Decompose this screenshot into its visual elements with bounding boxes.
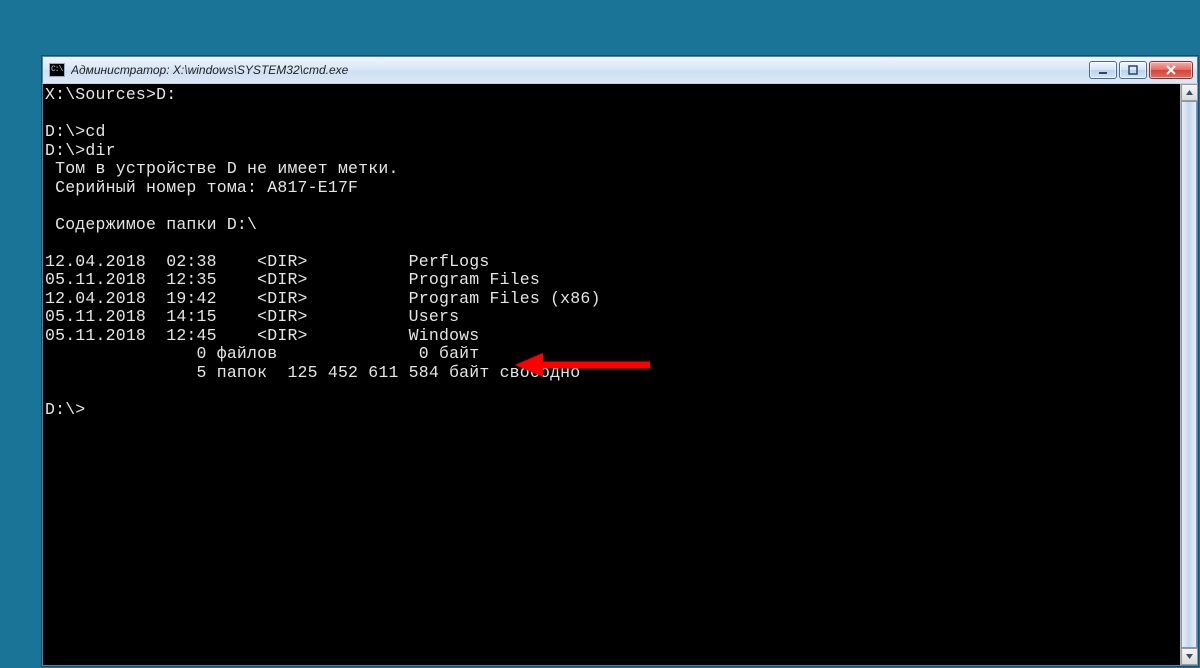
scroll-thumb[interactable] — [1181, 101, 1197, 648]
console-line: Том в устройстве D не имеет метки. — [45, 159, 399, 178]
cmd-window: C:\ Администратор: X:\windows\SYSTEM32\c… — [42, 56, 1198, 666]
console-line: 12.04.2018 02:38 <DIR> PerfLogs — [45, 252, 489, 271]
console-line: 0 файлов 0 байт — [45, 344, 479, 363]
close-button[interactable] — [1149, 61, 1193, 79]
console-line: D:\> — [45, 400, 85, 419]
console-line: D:\>dir — [45, 141, 116, 160]
window-controls — [1089, 61, 1193, 79]
console-output[interactable]: X:\Sources>D: D:\>cd D:\>dir Том в устро… — [43, 84, 1180, 665]
console-line: 05.11.2018 12:35 <DIR> Program Files — [45, 270, 540, 289]
window-title: Администратор: X:\windows\SYSTEM32\cmd.e… — [71, 63, 1083, 77]
console-line: Содержимое папки D:\ — [45, 215, 257, 234]
console-line: D:\>cd — [45, 122, 106, 141]
console-line: 5 папок 125 452 611 584 байт свободно — [45, 363, 580, 382]
titlebar[interactable]: C:\ Администратор: X:\windows\SYSTEM32\c… — [42, 56, 1198, 84]
scroll-track[interactable] — [1181, 101, 1197, 648]
console-line: 05.11.2018 12:45 <DIR> Windows — [45, 326, 479, 345]
console-line: 12.04.2018 19:42 <DIR> Program Files (x8… — [45, 289, 601, 308]
scroll-up-button[interactable] — [1181, 84, 1198, 101]
console-line: X:\Sources>D: — [45, 85, 176, 104]
minimize-button[interactable] — [1089, 61, 1117, 79]
scroll-down-button[interactable] — [1181, 648, 1198, 665]
client-area: X:\Sources>D: D:\>cd D:\>dir Том в устро… — [42, 84, 1198, 666]
cmd-icon: C:\ — [49, 63, 65, 77]
vertical-scrollbar[interactable] — [1180, 84, 1197, 665]
console-line: 05.11.2018 14:15 <DIR> Users — [45, 307, 459, 326]
maximize-button[interactable] — [1119, 61, 1147, 79]
console-line: Серийный номер тома: A817-E17F — [45, 178, 358, 197]
